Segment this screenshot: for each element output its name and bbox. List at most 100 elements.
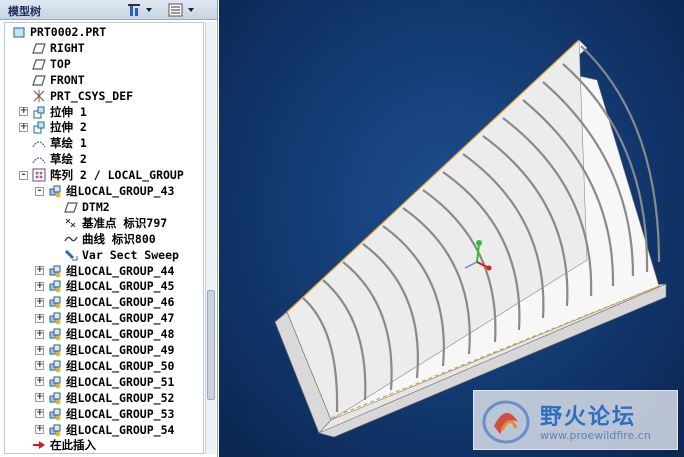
tree-item[interactable]: + 组LOCAL_GROUP_45 — [35, 278, 174, 294]
scrollbar-thumb[interactable] — [207, 290, 215, 400]
graphics-viewport[interactable]: 野火论坛 www.proewildfire.cn — [219, 0, 684, 457]
part-icon — [11, 24, 27, 40]
expand-icon[interactable]: + — [19, 122, 28, 132]
expand-icon[interactable]: + — [19, 107, 28, 116]
tree-item-label: 拉伸 2 — [50, 120, 87, 135]
collapse-icon[interactable]: - — [19, 170, 28, 180]
tree-item-label: RIGHT — [50, 40, 85, 55]
tree-item-label: 组LOCAL_GROUP_47 — [66, 311, 175, 326]
tree-item-label: 组LOCAL_GROUP_48 — [66, 327, 175, 342]
tree-item-label: 组LOCAL_GROUP_45 — [66, 279, 175, 294]
group-icon — [47, 342, 63, 358]
expand-icon[interactable]: + — [35, 393, 44, 403]
insert-here-arrow-icon — [31, 437, 47, 453]
tree-item-label: 组LOCAL_GROUP_52 — [66, 390, 175, 405]
expand-icon[interactable]: + — [35, 425, 44, 434]
tree-item[interactable]: + 组LOCAL_GROUP_44 — [35, 263, 174, 279]
collapse-icon[interactable]: - — [35, 186, 44, 196]
tree-item[interactable]: + 组LOCAL_GROUP_54 — [35, 422, 174, 438]
tree-item[interactable]: - 阵列 2 / LOCAL_GROUP — [19, 167, 184, 183]
tree-item[interactable]: + 组LOCAL_GROUP_48 — [35, 326, 174, 342]
tree-item[interactable]: FRONT — [19, 72, 85, 88]
group-icon — [47, 406, 63, 422]
tree-item[interactable]: 草绘 1 — [19, 135, 87, 151]
tree-item[interactable]: + 组LOCAL_GROUP_52 — [35, 390, 174, 406]
expand-icon[interactable]: + — [35, 313, 44, 323]
datum-point-icon — [63, 215, 79, 231]
expand-icon[interactable]: + — [35, 409, 44, 419]
watermark: 野火论坛 www.proewildfire.cn — [473, 390, 678, 450]
tree-item-label: 曲线 标识800 — [82, 231, 156, 246]
tree-item-label: 组LOCAL_GROUP_49 — [66, 343, 175, 357]
model-tree-panel: 模型树 PRT0002.PRT RIGHT TOP FRONT PRT_CSYS_DEF… — [0, 0, 218, 457]
tree-item-label: 组LOCAL_GROUP_51 — [66, 374, 175, 389]
tree-item-label: 组LOCAL_GROUP_50 — [66, 358, 175, 373]
tree-scrollbar[interactable] — [205, 22, 216, 454]
tree-item[interactable]: + 拉伸 2 — [19, 119, 87, 135]
sketch-icon — [31, 151, 47, 167]
datum-plane-icon — [31, 56, 47, 72]
model-tree-header: 模型树 — [0, 0, 217, 20]
extrude-icon — [31, 104, 47, 120]
tree-item-label: 组LOCAL_GROUP_46 — [66, 295, 175, 310]
tree-item[interactable]: - 组LOCAL_GROUP_43 — [35, 183, 174, 199]
tree-item[interactable]: + 组LOCAL_GROUP_49 — [35, 342, 174, 358]
tree-item[interactable]: 曲线 标识800 — [51, 231, 156, 247]
tree-item[interactable]: TOP — [19, 56, 71, 72]
tree-item-label: 拉伸 1 — [50, 104, 87, 119]
tree-item[interactable]: PRT0002.PRT — [11, 24, 106, 40]
forum-logo-icon — [482, 400, 530, 444]
expand-icon[interactable]: + — [35, 361, 44, 371]
pattern-icon — [31, 167, 47, 183]
tree-item-label: PRT_CSYS_DEF — [50, 88, 134, 103]
group-icon — [47, 374, 63, 390]
tree-item-label: 草绘 1 — [50, 136, 87, 151]
model-3d-view — [274, 39, 667, 438]
tree-item[interactable]: DTM2 — [51, 199, 110, 215]
tree-item[interactable]: + 组LOCAL_GROUP_51 — [35, 374, 174, 390]
tree-item-label: 组LOCAL_GROUP_53 — [66, 406, 175, 421]
tree-item[interactable]: RIGHT — [19, 40, 85, 56]
tree-item[interactable]: 基准点 标识797 — [51, 215, 167, 231]
tree-item[interactable]: Var Sect Sweep — [51, 247, 179, 263]
tree-item[interactable]: + 拉伸 1 — [19, 104, 87, 120]
tree-item-label: 组LOCAL_GROUP_43 — [66, 184, 175, 198]
group-icon — [47, 358, 63, 374]
expand-icon[interactable]: + — [35, 329, 44, 339]
curve-icon — [63, 231, 79, 247]
tree-item[interactable]: + 组LOCAL_GROUP_50 — [35, 358, 174, 374]
tree-item-label: 组LOCAL_GROUP_54 — [66, 422, 175, 437]
watermark-url: www.proewildfire.cn — [540, 429, 651, 442]
expand-icon[interactable]: + — [35, 281, 44, 291]
tree-item[interactable]: 在此插入 — [19, 437, 96, 453]
group-icon — [47, 310, 63, 326]
group-icon — [47, 390, 63, 406]
datum-plane-icon — [31, 72, 47, 88]
group-icon — [47, 183, 63, 199]
tree-item-label: PRT0002.PRT — [30, 25, 107, 39]
tree-item-label: 在此插入 — [50, 438, 96, 453]
expand-icon[interactable]: + — [35, 266, 44, 275]
tree-item[interactable]: + 组LOCAL_GROUP_47 — [35, 310, 174, 326]
watermark-title: 野火论坛 — [540, 405, 637, 430]
group-icon — [47, 263, 63, 279]
model-tree: PRT0002.PRT RIGHT TOP FRONT PRT_CSYS_DEF + 拉伸 … — [4, 22, 204, 454]
csys-icon — [31, 88, 47, 104]
tree-item-label: 阵列 2 / LOCAL_GROUP — [50, 168, 184, 183]
expand-icon[interactable]: + — [35, 345, 44, 355]
group-icon — [47, 326, 63, 342]
tree-item[interactable]: 草绘 2 — [19, 151, 87, 167]
tree-show-button[interactable] — [168, 1, 200, 18]
tree-item[interactable]: + 组LOCAL_GROUP_53 — [35, 406, 174, 422]
tree-item[interactable]: + 组LOCAL_GROUP_46 — [35, 294, 174, 310]
tree-item-label: 组LOCAL_GROUP_44 — [66, 263, 175, 278]
tree-item[interactable]: PRT_CSYS_DEF — [19, 88, 133, 104]
tree-settings-icon — [128, 3, 152, 16]
tree-show-icon — [168, 3, 194, 16]
datum-plane-icon — [31, 40, 47, 56]
tree-settings-button[interactable] — [128, 1, 158, 18]
expand-icon[interactable]: + — [35, 297, 44, 307]
sketch-icon — [31, 135, 47, 151]
expand-icon[interactable]: + — [35, 377, 44, 387]
tree-item-label: FRONT — [50, 72, 85, 87]
